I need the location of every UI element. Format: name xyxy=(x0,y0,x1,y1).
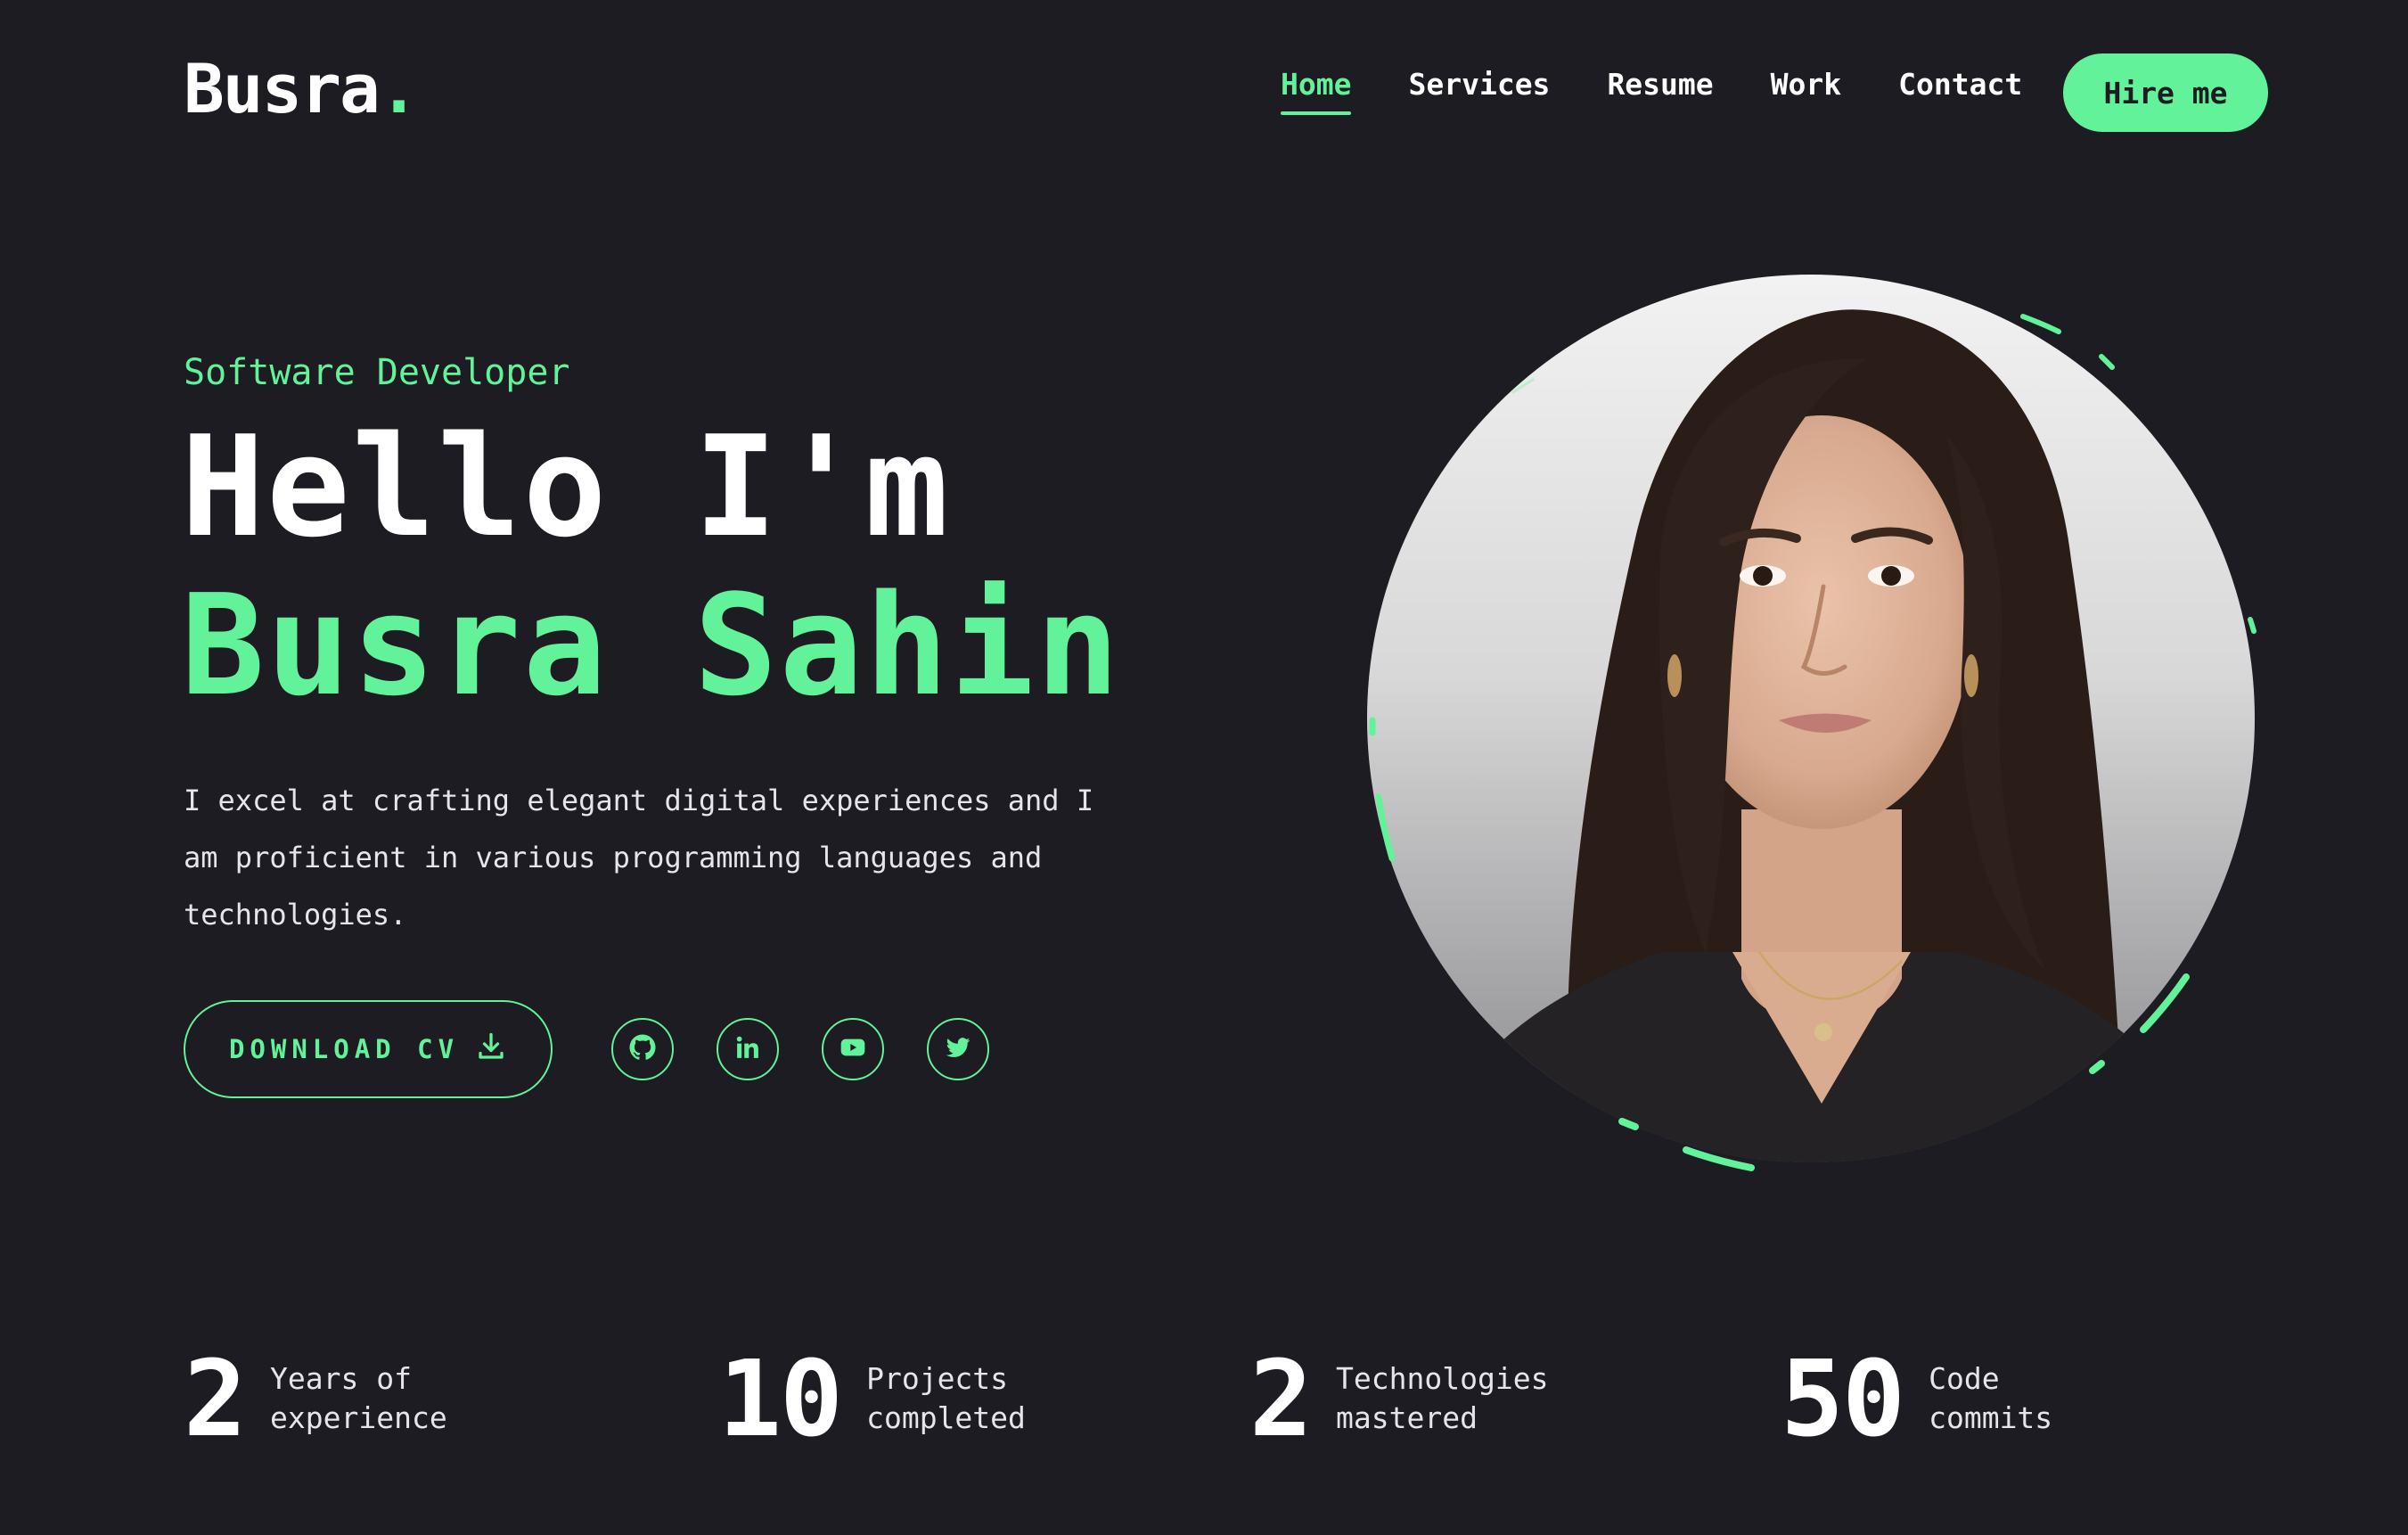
stat-label-line1: Projects xyxy=(866,1361,1009,1396)
nav-contact[interactable]: Contact xyxy=(1898,70,2022,99)
accent-ring-icon xyxy=(1369,314,2256,1171)
stat-label-line2: mastered xyxy=(1336,1400,1478,1435)
social-links xyxy=(611,1018,989,1080)
stat-value: 2 xyxy=(1249,1337,1313,1460)
hire-me-button[interactable]: Hire me xyxy=(2063,53,2268,132)
github-icon xyxy=(627,1032,658,1066)
greeting-heading: Hello I'm xyxy=(181,406,951,568)
portfolio-page: Busra. Home Services Resume Work Contact… xyxy=(0,0,2408,1535)
logo-text: Busra xyxy=(184,49,381,128)
stat-value: 10 xyxy=(718,1337,843,1460)
youtube-icon xyxy=(839,1033,867,1065)
twitter-link[interactable] xyxy=(927,1018,989,1080)
logo-dot: . xyxy=(378,49,420,128)
stat-label-line1: Years of xyxy=(270,1361,412,1396)
stat-label: Projects completed xyxy=(866,1359,1098,1438)
stat-experience: 2 Years of experience xyxy=(184,1346,502,1451)
stat-label: Code commits xyxy=(1929,1359,2160,1438)
name-heading: Busra Sahin xyxy=(181,564,1122,726)
stat-projects: 10 Projects completed xyxy=(718,1346,1098,1451)
twitter-icon xyxy=(944,1033,972,1065)
stat-value: 50 xyxy=(1781,1337,1905,1460)
intro-description: I excel at crafting elegant digital expe… xyxy=(184,784,1094,932)
stat-label: Technologies mastered xyxy=(1336,1359,1568,1438)
portrait-area xyxy=(1355,267,2264,1177)
download-cv-label: DOWNLOAD CV xyxy=(228,1034,460,1064)
role-title: Software Developer xyxy=(184,352,570,393)
main-nav: Home Services Resume Work Contact xyxy=(1281,70,2022,115)
stat-technologies: 2 Technologies mastered xyxy=(1249,1346,1568,1451)
stat-label: Years of experience xyxy=(270,1359,502,1438)
stat-value: 2 xyxy=(184,1337,247,1460)
stat-label-line2: commits xyxy=(1929,1400,2053,1435)
stat-label-line2: experience xyxy=(270,1400,447,1435)
site-logo[interactable]: Busra. xyxy=(184,55,420,123)
youtube-link[interactable] xyxy=(822,1018,884,1080)
github-link[interactable] xyxy=(611,1018,674,1080)
linkedin-link[interactable] xyxy=(717,1018,779,1080)
nav-resume[interactable]: Resume xyxy=(1607,70,1713,99)
stat-label-line2: completed xyxy=(866,1400,1026,1435)
nav-home[interactable]: Home xyxy=(1281,70,1352,115)
download-cv-button[interactable]: DOWNLOAD CV xyxy=(184,1000,553,1098)
nav-services[interactable]: Services xyxy=(1408,70,1550,99)
download-icon xyxy=(475,1030,507,1069)
stat-label-line1: Technologies xyxy=(1336,1361,1549,1396)
linkedin-icon xyxy=(734,1034,761,1064)
stat-label-line1: Code xyxy=(1929,1361,2000,1396)
stat-commits: 50 Code commits xyxy=(1781,1346,2160,1451)
nav-work[interactable]: Work xyxy=(1771,70,1841,99)
